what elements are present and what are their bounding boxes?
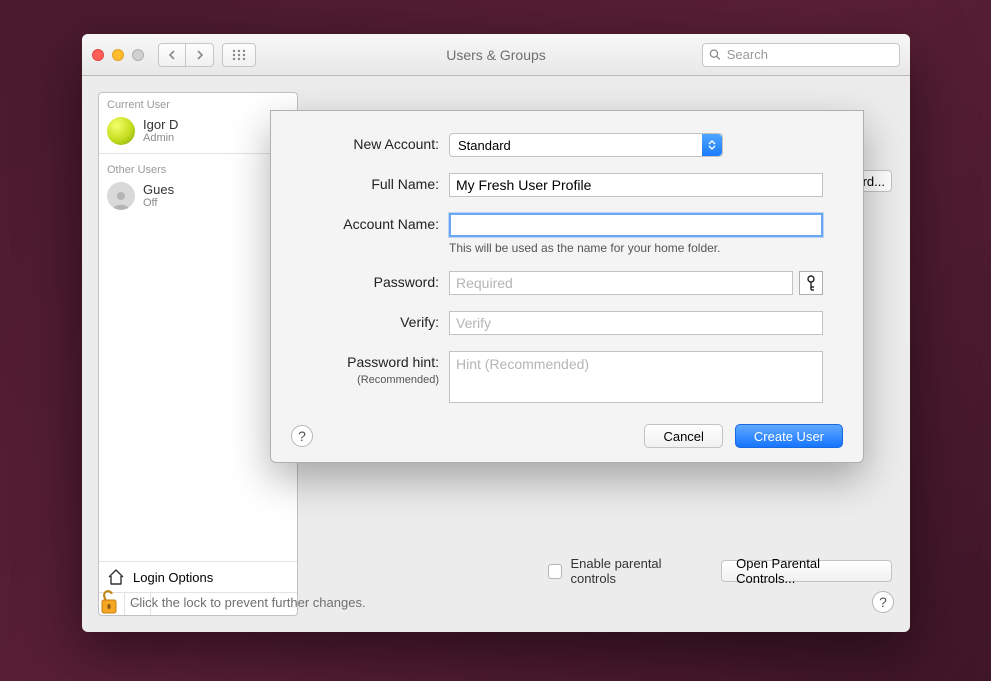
account-name-label: Account Name: [291,213,439,232]
back-button[interactable] [158,43,186,67]
show-all-button[interactable] [222,43,256,67]
account-name-input[interactable] [449,213,823,237]
login-options-label: Login Options [133,570,213,585]
grid-icon [232,49,246,61]
lock-row: Click the lock to prevent further change… [98,588,894,616]
password-input[interactable] [449,271,793,295]
password-hint-input[interactable] [449,351,823,403]
user-name: Igor D [143,118,178,132]
parental-controls-row: Enable parental controls Open Parental C… [548,556,892,586]
current-user-header: Current User [99,93,297,113]
full-name-input[interactable] [449,173,823,197]
open-parental-controls-button[interactable]: Open Parental Controls... [721,560,892,582]
sheet-help-button[interactable]: ? [291,425,313,447]
house-icon [107,568,125,586]
key-icon [805,275,817,291]
forward-button[interactable] [186,43,214,67]
close-window-button[interactable] [92,49,104,61]
divider [99,153,297,154]
search-input[interactable] [727,47,893,62]
preferences-window: Users & Groups Current User Igor D Admin… [82,34,910,632]
help-button[interactable]: ? [872,591,894,613]
minimize-window-button[interactable] [112,49,124,61]
avatar [107,117,135,145]
avatar [107,182,135,210]
user-status: Off [143,197,174,209]
account-name-hint: This will be used as the name for your h… [449,241,843,255]
verify-input[interactable] [449,311,823,335]
cancel-button[interactable]: Cancel [644,424,722,448]
sidebar-item-guest[interactable]: Gues Off [99,178,297,214]
lock-text: Click the lock to prevent further change… [130,595,366,610]
account-type-select[interactable]: Standard [449,133,723,157]
user-sidebar: Current User Igor D Admin Other Users Gu… [98,92,298,616]
chevron-left-icon [168,50,177,60]
user-name: Gues [143,183,174,197]
lock-open-icon[interactable] [98,588,120,616]
zoom-window-button[interactable] [132,49,144,61]
new-user-sheet: New Account: Standard Full Name: Account… [270,110,864,463]
search-field[interactable] [702,43,900,67]
sheet-footer: ? Cancel Create User [291,424,843,448]
new-account-label: New Account: [291,133,439,152]
verify-label: Verify: [291,311,439,330]
enable-parental-checkbox[interactable] [548,564,562,579]
hint-label: Password hint: (Recommended) [291,351,439,386]
user-role: Admin [143,132,178,144]
chevron-right-icon [195,50,204,60]
other-users-header: Other Users [99,158,297,178]
titlebar: Users & Groups [82,34,910,76]
select-stepper-icon [702,134,722,156]
search-icon [709,48,721,61]
person-icon [110,188,132,210]
nav-buttons [158,43,214,67]
full-name-label: Full Name: [291,173,439,192]
window-controls [92,49,144,61]
create-user-button[interactable]: Create User [735,424,843,448]
password-label: Password: [291,271,439,290]
enable-parental-label: Enable parental controls [570,556,705,586]
account-type-value: Standard [458,138,511,153]
password-assistant-button[interactable] [799,271,823,295]
sidebar-item-current-user[interactable]: Igor D Admin [99,113,297,149]
